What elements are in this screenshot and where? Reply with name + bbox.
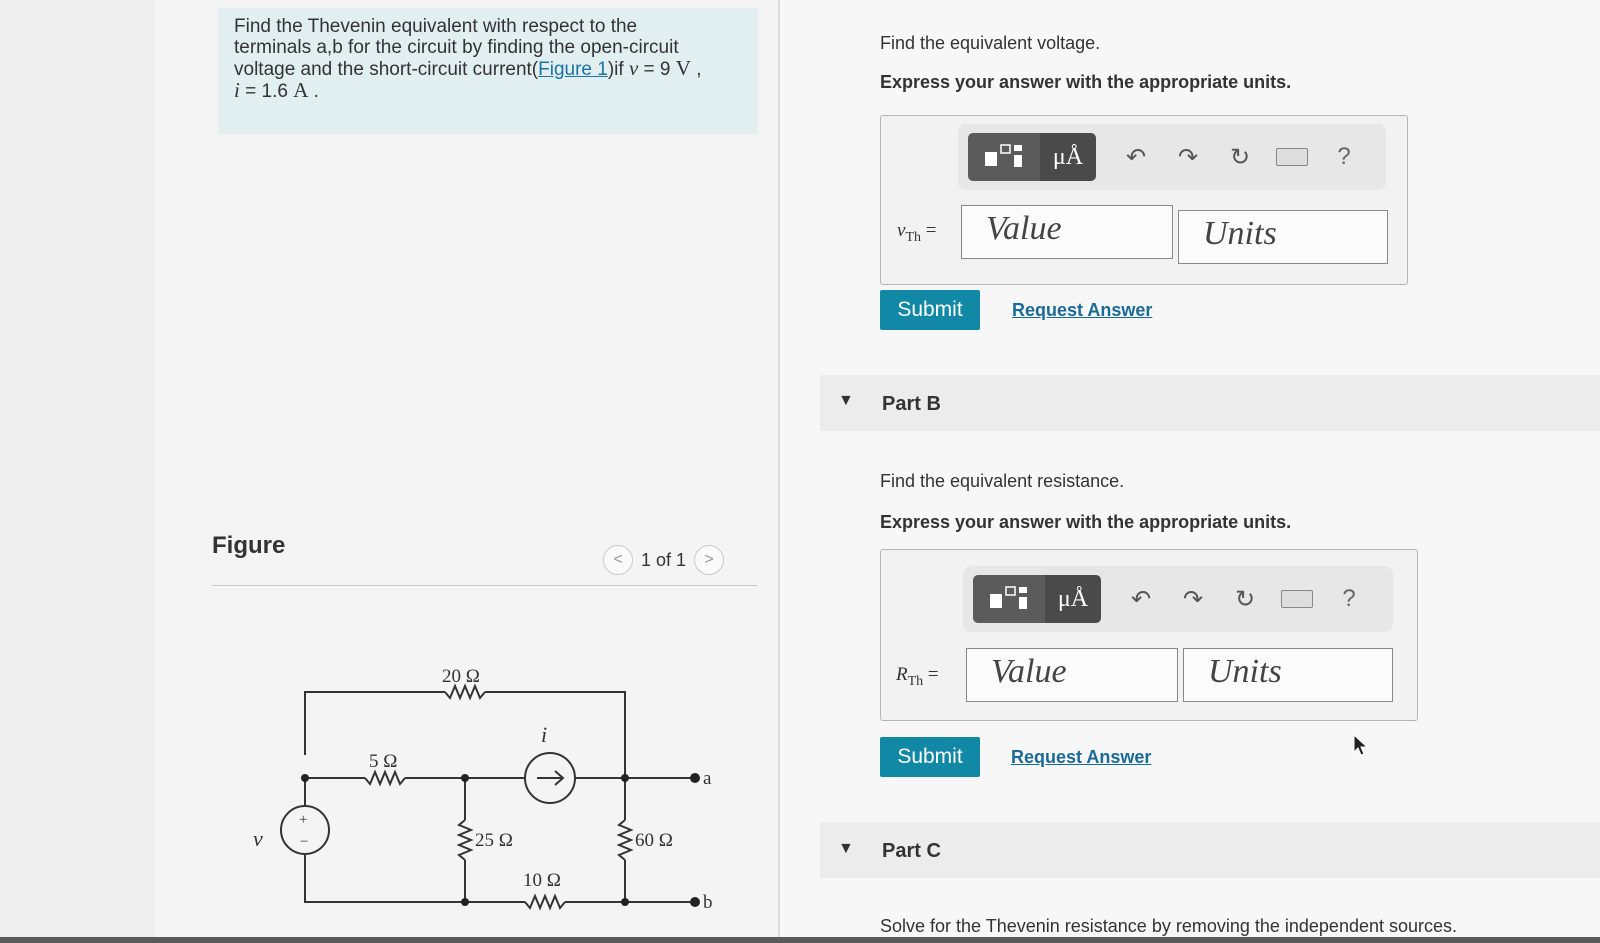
problem-line-1: Find the Thevenin equivalent with respec… bbox=[234, 16, 638, 37]
templates-button[interactable] bbox=[973, 575, 1045, 623]
reset-icon[interactable]: ↻ bbox=[1219, 585, 1271, 614]
rth-units-input[interactable]: Units bbox=[1183, 648, 1393, 702]
v-unit: V bbox=[675, 56, 691, 80]
i-value: = 1.6 bbox=[239, 81, 294, 102]
resistor-10-ohm bbox=[524, 893, 566, 911]
vth-sub: Th bbox=[905, 229, 921, 245]
keyboard-button[interactable] bbox=[1271, 590, 1323, 608]
part-b-prompt: Find the equivalent resistance. bbox=[880, 471, 1125, 491]
label-5-ohm: 5 Ω bbox=[369, 751, 397, 772]
label-20-ohm: 20 Ω bbox=[442, 666, 480, 687]
bottom-edge bbox=[0, 937, 1600, 943]
reset-icon[interactable]: ↻ bbox=[1214, 143, 1266, 172]
part-c-collapse-icon[interactable]: ▼ bbox=[838, 840, 854, 858]
circuit-diagram: 20 Ω 5 Ω 25 Ω 10 Ω 60 Ω v i + − a b bbox=[253, 666, 713, 913]
figure-title: Figure bbox=[212, 532, 286, 559]
period: . bbox=[308, 81, 319, 102]
keyboard-icon bbox=[1276, 148, 1308, 166]
var-v: v bbox=[628, 56, 639, 80]
resistor-20-ohm bbox=[444, 683, 486, 701]
pager-text: 1 of 1 bbox=[641, 549, 687, 570]
part-b-request-answer-link[interactable]: Request Answer bbox=[1011, 747, 1151, 768]
part-c-title: Part C bbox=[882, 840, 941, 862]
resistor-5-ohm bbox=[364, 769, 406, 787]
equals: = bbox=[921, 220, 937, 241]
problem-text: )if bbox=[607, 59, 629, 80]
undo-icon[interactable]: ↶ bbox=[1115, 585, 1167, 614]
vth-label: vTh = bbox=[897, 220, 936, 246]
resistor-25-ohm bbox=[456, 819, 474, 861]
part-b-submit-button[interactable]: Submit bbox=[880, 737, 980, 777]
help-icon[interactable]: ? bbox=[1318, 143, 1370, 171]
vth-units-input[interactable]: Units bbox=[1178, 210, 1388, 264]
label-terminal-b: b bbox=[703, 892, 713, 913]
units-button[interactable]: μÅ bbox=[1045, 575, 1101, 623]
part-b-collapse-icon[interactable]: ▼ bbox=[838, 392, 854, 410]
v-value: = 9 bbox=[638, 59, 676, 80]
plus-sign: + bbox=[299, 812, 307, 828]
keyboard-icon bbox=[1281, 590, 1313, 608]
problem-line-4: i = 1.6 A . bbox=[234, 78, 742, 103]
label-60-ohm: 60 Ω bbox=[635, 830, 673, 851]
problem-line-2: terminals a,b for the circuit by finding… bbox=[234, 37, 679, 58]
part-a-request-answer-link[interactable]: Request Answer bbox=[1012, 300, 1152, 321]
next-figure-button[interactable]: > bbox=[694, 545, 725, 575]
help-icon[interactable]: ? bbox=[1323, 585, 1375, 613]
vth-value-input[interactable]: Value bbox=[961, 205, 1173, 259]
prev-figure-button[interactable]: < bbox=[603, 545, 633, 575]
problem-line-3: voltage and the short-circuit current(Fi… bbox=[234, 56, 742, 81]
part-b-toolbar: μÅ ↶ ↷ ↻ ? bbox=[963, 566, 1393, 632]
label-25-ohm: 25 Ω bbox=[475, 830, 513, 851]
part-a-toolbar: μÅ ↶ ↷ ↻ ? bbox=[958, 124, 1386, 190]
part-a-prompt: Find the equivalent voltage. bbox=[880, 33, 1101, 53]
rth-value-input[interactable]: Value bbox=[966, 648, 1178, 702]
equals: = bbox=[923, 664, 939, 685]
separator: , bbox=[690, 59, 702, 80]
units-button[interactable]: μÅ bbox=[1040, 133, 1096, 181]
label-source-v: v bbox=[253, 826, 263, 851]
part-a-submit-button[interactable]: Submit bbox=[880, 290, 980, 330]
window-left-margin bbox=[0, 0, 155, 943]
rth-var: R bbox=[896, 664, 908, 685]
redo-icon[interactable]: ↷ bbox=[1167, 585, 1219, 614]
part-b-instruction: Express your answer with the appropriate… bbox=[880, 512, 1292, 532]
keyboard-button[interactable] bbox=[1266, 148, 1318, 166]
figure-pager: < 1 of 1 > bbox=[603, 545, 725, 575]
label-source-i: i bbox=[541, 722, 547, 747]
problem-text: voltage and the short-circuit current( bbox=[234, 59, 539, 80]
figure-link[interactable]: Figure 1 bbox=[538, 59, 608, 80]
i-unit: A bbox=[293, 78, 309, 102]
templates-icon bbox=[990, 586, 1027, 609]
minus-sign: − bbox=[300, 834, 308, 850]
figure-divider bbox=[212, 585, 757, 586]
part-c-prompt: Solve for the Thevenin resistance by rem… bbox=[880, 916, 1458, 936]
undo-icon[interactable]: ↶ bbox=[1110, 143, 1162, 172]
label-terminal-a: a bbox=[703, 768, 712, 789]
terminal-a bbox=[690, 773, 700, 783]
terminal-b bbox=[690, 897, 700, 907]
mouse-cursor-icon bbox=[1353, 733, 1369, 756]
part-b-title: Part B bbox=[882, 393, 941, 415]
resistor-60-ohm bbox=[616, 819, 634, 861]
rth-sub: Th bbox=[907, 673, 924, 689]
label-10-ohm: 10 Ω bbox=[523, 870, 561, 891]
problem-statement: Find the Thevenin equivalent with respec… bbox=[218, 8, 758, 134]
redo-icon[interactable]: ↷ bbox=[1162, 143, 1214, 172]
part-a-instruction: Express your answer with the appropriate… bbox=[880, 72, 1292, 92]
templates-button[interactable] bbox=[968, 133, 1040, 181]
rth-label: RTh = bbox=[896, 664, 939, 690]
templates-icon bbox=[985, 144, 1022, 167]
